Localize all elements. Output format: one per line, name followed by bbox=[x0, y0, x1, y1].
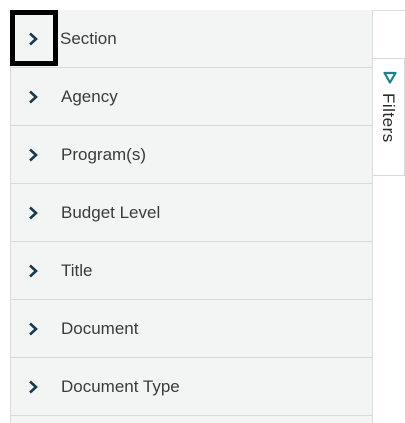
filter-row-document-type[interactable]: Document Type bbox=[11, 358, 372, 416]
filter-row-label: Agency bbox=[61, 87, 118, 106]
filter-row-section[interactable]: Section bbox=[11, 10, 372, 68]
filter-row-programs[interactable]: Program(s) bbox=[11, 126, 372, 184]
filter-row-agency[interactable]: Agency bbox=[11, 68, 372, 126]
filter-row-budget-level[interactable]: Budget Level bbox=[11, 184, 372, 242]
filter-row-label: Document bbox=[61, 319, 139, 338]
chevron-right-icon[interactable] bbox=[25, 30, 41, 48]
chevron-right-icon[interactable] bbox=[25, 262, 41, 280]
filter-row-label: Budget Level bbox=[61, 203, 161, 222]
filters-tab[interactable]: Filters bbox=[373, 58, 405, 176]
chevron-right-icon[interactable] bbox=[25, 88, 41, 106]
filters-tab-label: Filters bbox=[379, 93, 398, 143]
chevron-right-icon[interactable] bbox=[25, 204, 41, 222]
chevron-right-icon[interactable] bbox=[25, 378, 41, 396]
filter-row-label: Section bbox=[60, 29, 117, 48]
filter-row-label: Title bbox=[61, 261, 93, 280]
side-tab-strip: Filters bbox=[373, 10, 405, 423]
funnel-icon bbox=[383, 71, 397, 90]
tab-strip-bottom bbox=[373, 176, 405, 423]
chevron-right-icon[interactable] bbox=[25, 320, 41, 338]
filter-row-title[interactable]: Title bbox=[11, 242, 372, 300]
chevron-right-icon[interactable] bbox=[25, 146, 41, 164]
filter-row-label: Document Type bbox=[61, 377, 180, 396]
tab-strip-top bbox=[373, 10, 405, 58]
filter-row-label: Program(s) bbox=[61, 145, 147, 164]
filter-panel: Section Agency Program(s) Budget Level T… bbox=[10, 10, 373, 423]
filter-row-document[interactable]: Document bbox=[11, 300, 372, 358]
